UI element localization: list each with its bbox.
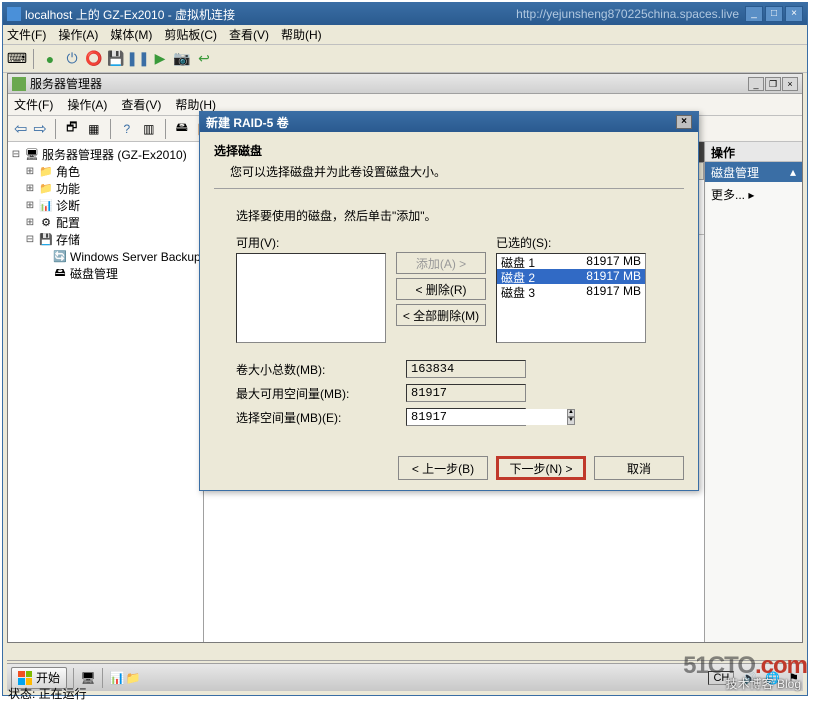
sm-icon	[12, 77, 26, 91]
back-button[interactable]: < 上一步(B)	[398, 456, 488, 480]
taskbar-explorer-icon[interactable]: 🖥	[80, 670, 96, 686]
list-item[interactable]: 磁盘 181917 MB	[497, 254, 645, 269]
turnoff-vm-icon[interactable]: ⏻	[64, 51, 80, 67]
select-size-input[interactable]	[407, 409, 567, 425]
sm-menu-action[interactable]: 操作(A)	[67, 96, 107, 113]
actions-more[interactable]: 更多... ▸	[705, 182, 802, 207]
disk-settings-icon[interactable]: 🖴	[174, 121, 190, 137]
vm-toolbar: ⌨ ● ⏻ ⭕ 💾 ❚❚ ▶ 📷 ↩	[3, 45, 807, 73]
max-size-value: 81917	[406, 384, 526, 402]
tree-config[interactable]: ⊞⚙配置	[10, 214, 201, 231]
save-vm-icon[interactable]: 💾	[108, 51, 124, 67]
vm-icon	[7, 7, 21, 21]
view-icon[interactable]: ▥	[141, 121, 157, 137]
vm-menu-help[interactable]: 帮助(H)	[281, 26, 322, 43]
vm-url: http://yejunsheng870225china.spaces.live	[516, 7, 739, 21]
dialog-titlebar: 新建 RAID-5 卷 ×	[200, 112, 698, 132]
list-item[interactable]: 磁盘 281917 MB	[497, 269, 645, 284]
taskbar-servermgr-icon[interactable]: 📊	[109, 670, 125, 686]
nav-fwd-icon[interactable]: ⇨	[33, 119, 46, 139]
tree-features[interactable]: ⊞📁功能	[10, 180, 201, 197]
total-size-label: 卷大小总数(MB):	[236, 361, 406, 378]
raid5-wizard-dialog: 新建 RAID-5 卷 × 选择磁盘 您可以选择磁盘并为此卷设置磁盘大小。 选择…	[199, 111, 699, 491]
actions-pane: 操作 磁盘管理▴ 更多... ▸	[704, 142, 802, 642]
shutdown-vm-icon[interactable]: ⭕	[86, 51, 102, 67]
vm-title: localhost 上的 GZ-Ex2010 - 虚拟机连接	[25, 6, 516, 23]
taskbar-folder-icon[interactable]: 📁	[125, 670, 141, 686]
select-size-label: 选择空间量(MB)(E):	[236, 409, 406, 426]
vm-menu-clipboard[interactable]: 剪贴板(C)	[164, 26, 217, 43]
tree-diskmgmt[interactable]: 🖴磁盘管理	[10, 265, 201, 282]
cancel-button[interactable]: 取消	[594, 456, 684, 480]
remove-all-button[interactable]: < 全部删除(M)	[396, 304, 486, 326]
dialog-sub: 您可以选择磁盘并为此卷设置磁盘大小。	[230, 163, 684, 180]
dialog-close-button[interactable]: ×	[676, 115, 692, 129]
windows-logo-icon	[18, 671, 32, 685]
nav-back-icon[interactable]: ⇦	[14, 119, 27, 139]
available-label: 可用(V):	[236, 234, 386, 251]
vm-menu-media[interactable]: 媒体(M)	[110, 26, 152, 43]
tree-roles[interactable]: ⊞📁角色	[10, 163, 201, 180]
ctrl-alt-del-icon[interactable]: ⌨	[9, 51, 25, 67]
help-icon[interactable]: ?	[119, 121, 135, 137]
selected-label: 已选的(S):	[496, 234, 646, 251]
sm-close-button[interactable]: ×	[782, 77, 798, 91]
sm-menu-view[interactable]: 查看(V)	[121, 96, 161, 113]
sm-title: 服务器管理器	[30, 75, 748, 92]
watermark-sub: 技术博客 Blog	[726, 675, 801, 692]
chevron-right-icon: ▸	[748, 188, 754, 202]
actions-section[interactable]: 磁盘管理▴	[705, 162, 802, 182]
dialog-title: 新建 RAID-5 卷	[206, 114, 676, 131]
remove-button[interactable]: < 删除(R)	[396, 278, 486, 300]
tree-storage[interactable]: ⊟💾存储	[10, 231, 201, 248]
max-size-label: 最大可用空间量(MB):	[236, 385, 406, 402]
start-vm-icon[interactable]: ●	[42, 51, 58, 67]
tree-backup[interactable]: 🔄Windows Server Backup	[10, 248, 201, 265]
total-size-value: 163834	[406, 360, 526, 378]
snapshot-vm-icon[interactable]: 📷	[174, 51, 190, 67]
dialog-heading: 选择磁盘	[214, 142, 684, 159]
available-listbox[interactable]	[236, 253, 386, 343]
vm-titlebar: localhost 上的 GZ-Ex2010 - 虚拟机连接 http://ye…	[3, 3, 807, 25]
tree-diagnostics[interactable]: ⊞📊诊断	[10, 197, 201, 214]
pause-vm-icon[interactable]: ❚❚	[130, 51, 146, 67]
revert-vm-icon[interactable]: ↩	[196, 51, 212, 67]
sm-menu-file[interactable]: 文件(F)	[14, 96, 53, 113]
sm-min-button[interactable]: _	[748, 77, 764, 91]
vm-close-button[interactable]: ×	[785, 6, 803, 22]
spin-up-icon[interactable]: ▲	[567, 409, 575, 417]
sm-max-button[interactable]: ❐	[765, 77, 781, 91]
properties-icon[interactable]: ▦	[86, 121, 102, 137]
selected-listbox[interactable]: 磁盘 181917 MB 磁盘 281917 MB 磁盘 381917 MB	[496, 253, 646, 343]
reset-vm-icon[interactable]: ▶	[152, 51, 168, 67]
vm-menu-file[interactable]: 文件(F)	[7, 26, 46, 43]
add-button[interactable]: 添加(A) >	[396, 252, 486, 274]
tree-pane: ⊟🖥服务器管理器 (GZ-Ex2010) ⊞📁角色 ⊞📁功能 ⊞📊诊断 ⊞⚙配置…	[8, 142, 204, 642]
list-item[interactable]: 磁盘 381917 MB	[497, 284, 645, 299]
vm-status: 状态: 正在运行	[8, 685, 87, 702]
actions-header: 操作	[705, 142, 802, 162]
vm-menubar: 文件(F) 操作(A) 媒体(M) 剪贴板(C) 查看(V) 帮助(H)	[3, 25, 807, 45]
spin-down-icon[interactable]: ▼	[567, 417, 575, 425]
vm-max-button[interactable]: □	[765, 6, 783, 22]
sm-titlebar: 服务器管理器 _ ❐ ×	[8, 74, 802, 94]
vm-menu-view[interactable]: 查看(V)	[229, 26, 269, 43]
refresh-icon[interactable]: 🗗	[64, 121, 80, 137]
vm-min-button[interactable]: _	[745, 6, 763, 22]
chevron-up-icon: ▴	[790, 165, 796, 179]
dialog-instruction: 选择要使用的磁盘，然后单击"添加"。	[236, 207, 684, 224]
tree-root[interactable]: ⊟🖥服务器管理器 (GZ-Ex2010)	[10, 146, 201, 163]
vm-menu-action[interactable]: 操作(A)	[58, 26, 98, 43]
select-size-spinner[interactable]: ▲▼	[406, 408, 526, 426]
next-button[interactable]: 下一步(N) >	[496, 456, 586, 480]
